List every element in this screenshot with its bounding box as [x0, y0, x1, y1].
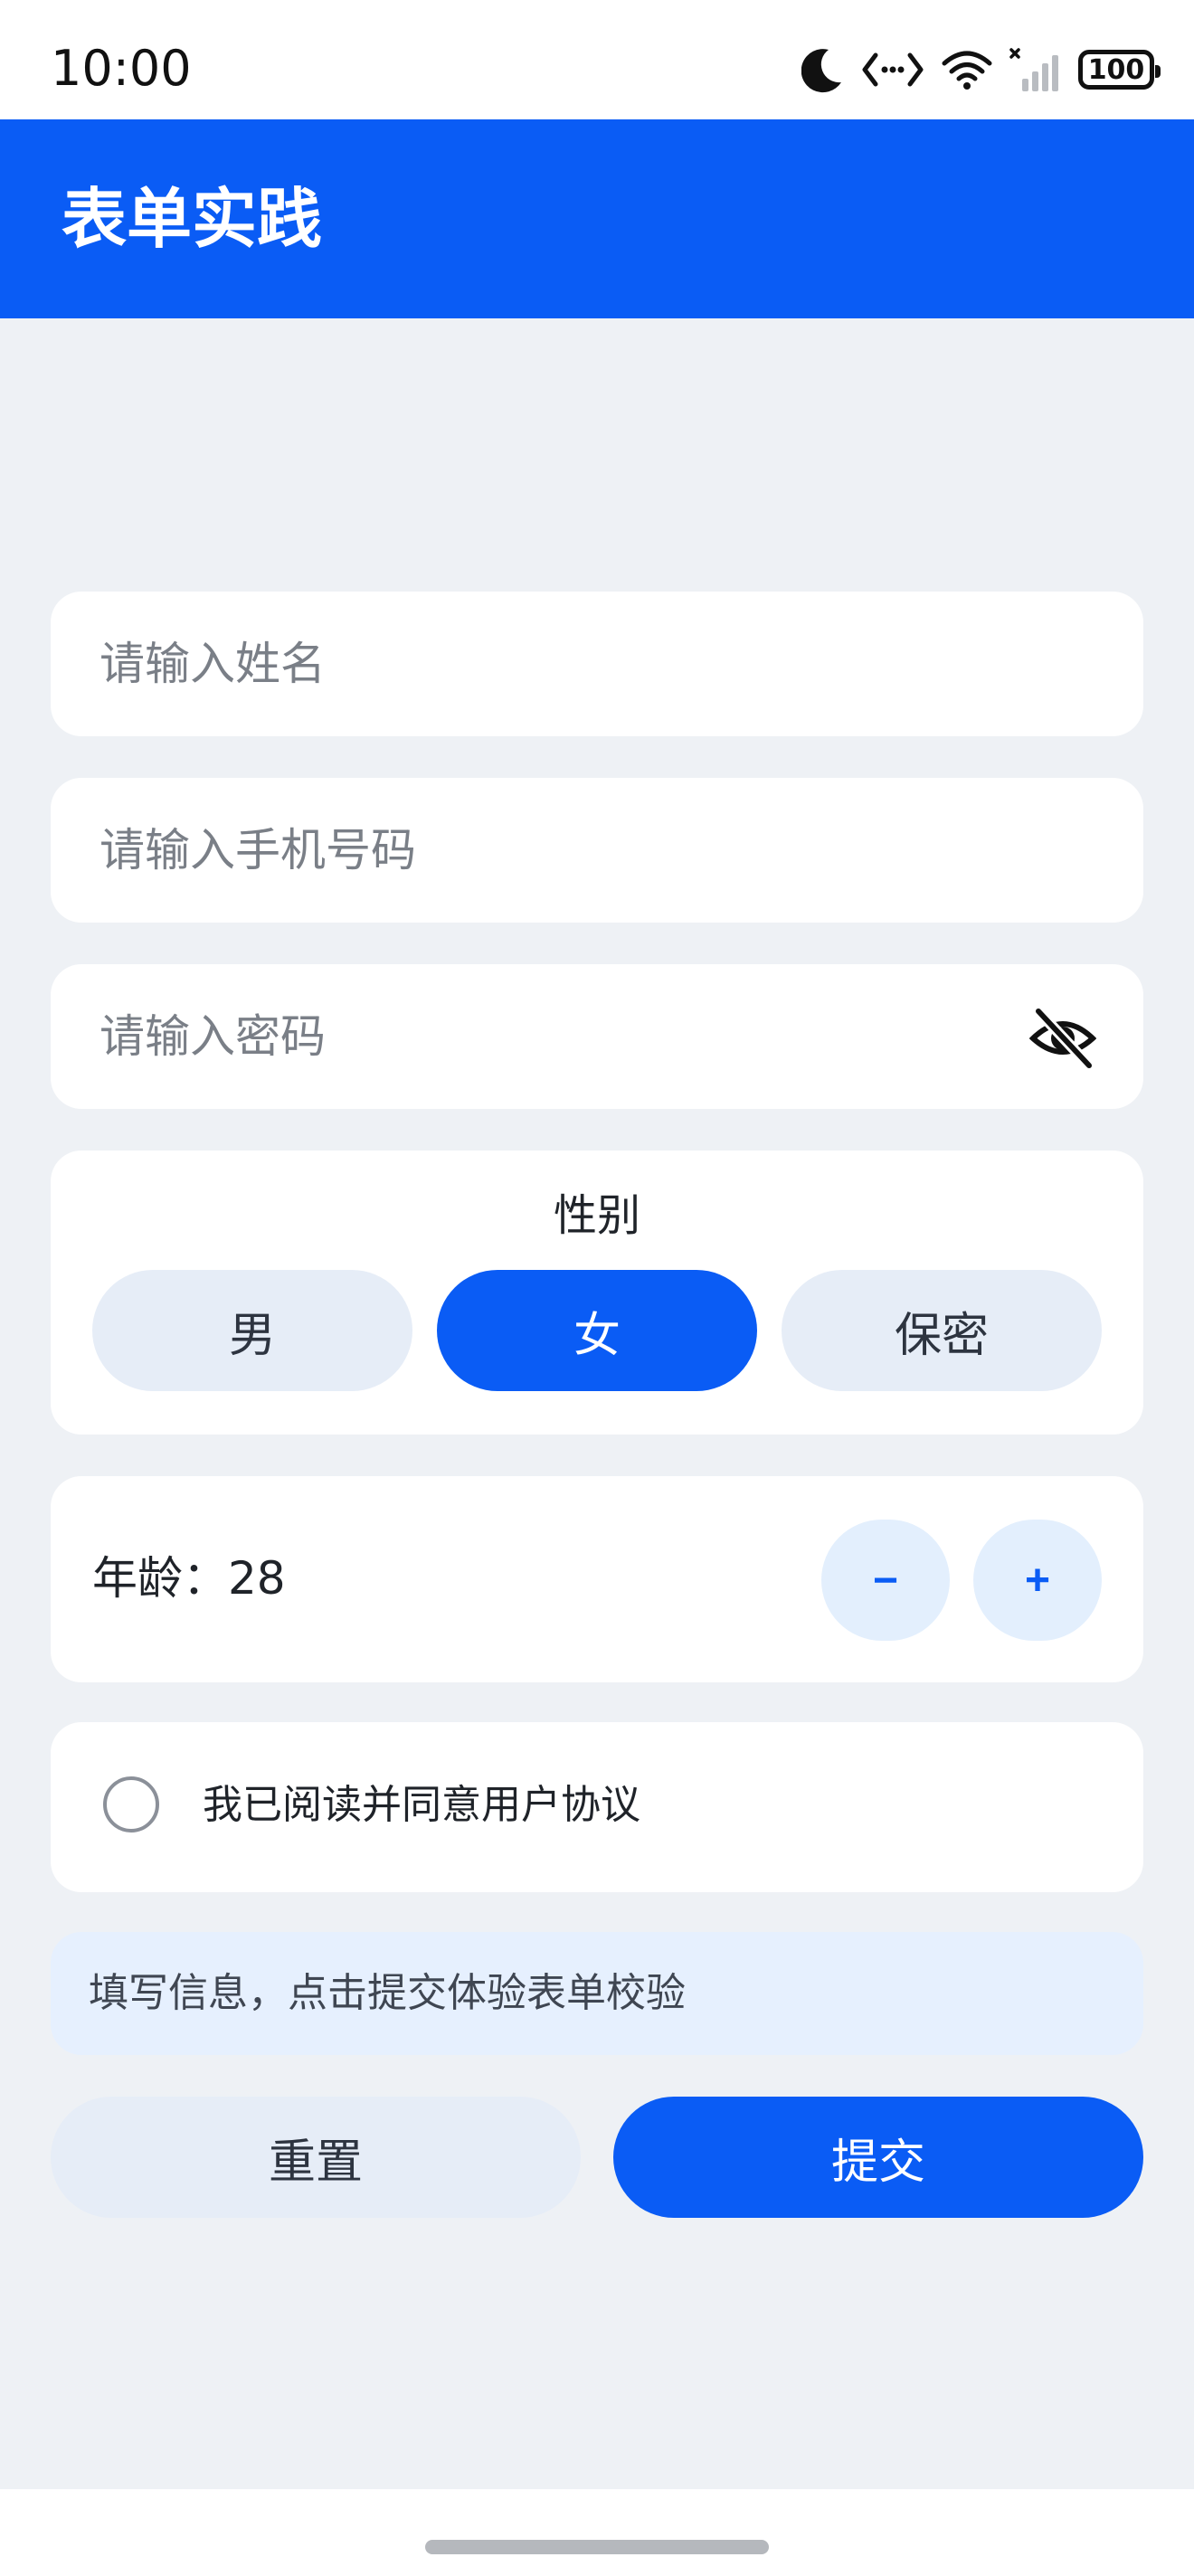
agreement-card: 我已阅读并同意用户协议: [51, 1722, 1143, 1892]
battery-level: 100: [1087, 53, 1145, 86]
gender-title: 性别: [553, 1190, 640, 1241]
status-time: 10:00: [51, 40, 192, 97]
reset-button[interactable]: 重置: [51, 2097, 581, 2218]
name-input[interactable]: [100, 592, 1004, 736]
gender-card: 性别 男 女 保密: [51, 1151, 1143, 1435]
home-indicator[interactable]: [425, 2540, 769, 2554]
battery-icon: 100: [1078, 50, 1161, 90]
age-decrement-button[interactable]: −: [821, 1520, 950, 1641]
cellular-signal-icon: [1009, 48, 1058, 91]
status-icons: 100: [801, 42, 1161, 98]
gender-option-male[interactable]: 男: [92, 1270, 412, 1391]
moon-icon: [801, 49, 841, 93]
data-transfer-icon: [862, 52, 924, 87]
bottom-bar: [0, 2489, 1194, 2576]
hint-banner: 填写信息，点击提交体验表单校验: [51, 1932, 1143, 2055]
wifi-icon: [942, 51, 992, 90]
submit-button[interactable]: 提交: [613, 2097, 1143, 2218]
age-label: 年龄：: [92, 1552, 228, 1605]
agreement-label[interactable]: 我已阅读并同意用户协议: [203, 1778, 640, 1833]
password-input[interactable]: [100, 964, 1004, 1109]
age-card: 年龄：28 − +: [51, 1476, 1143, 1682]
page-title: 表单实践: [62, 181, 323, 257]
status-bar: 10:00 100: [0, 0, 1194, 119]
agreement-checkbox[interactable]: [103, 1776, 159, 1833]
name-field[interactable]: [51, 592, 1143, 736]
hint-text: 填写信息，点击提交体验表单校验: [89, 1970, 686, 2016]
password-field[interactable]: [51, 964, 1143, 1109]
gender-option-female[interactable]: 女: [437, 1270, 757, 1391]
phone-field[interactable]: [51, 778, 1143, 923]
app-bar: 表单实践: [0, 119, 1194, 318]
age-increment-button[interactable]: +: [973, 1520, 1102, 1641]
age-display: 年龄：28: [92, 1545, 286, 1612]
gender-option-secret[interactable]: 保密: [782, 1270, 1102, 1391]
eye-off-icon[interactable]: [1029, 1006, 1096, 1069]
age-value: 28: [228, 1552, 286, 1605]
phone-input[interactable]: [100, 778, 1004, 923]
